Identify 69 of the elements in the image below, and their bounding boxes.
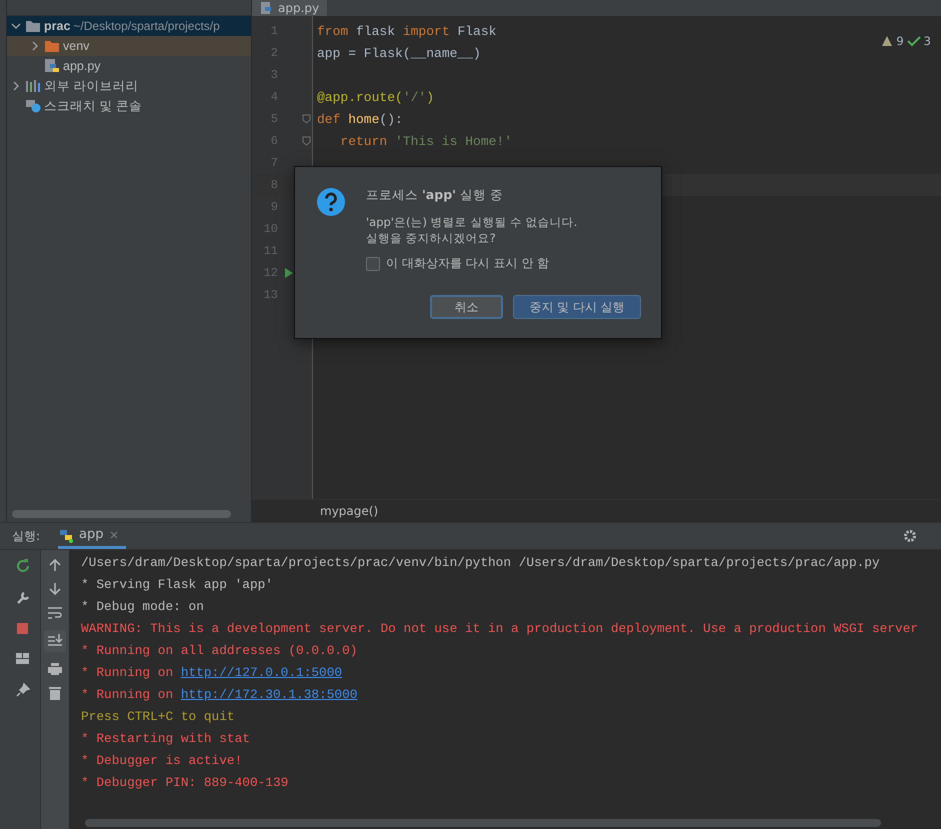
console-link[interactable]: http://172.30.1.38:5000 xyxy=(180,687,358,702)
tree-path: ~/Desktop/sparta/projects/p xyxy=(73,19,220,33)
scrollbar[interactable] xyxy=(85,819,881,827)
tree-label: venv xyxy=(63,39,90,53)
stop-icon[interactable] xyxy=(16,622,30,636)
console-line: * Restarting with stat xyxy=(81,730,251,748)
rerun-icon[interactable] xyxy=(15,558,31,574)
cancel-button[interactable]: 취소 xyxy=(430,295,503,319)
code-line: from flask import Flask xyxy=(317,24,496,38)
warning-count[interactable]: 9 xyxy=(896,34,904,48)
console-line: * Serving Flask app 'app' xyxy=(81,576,274,594)
scroll-to-end-icon[interactable] xyxy=(44,630,66,652)
question-icon xyxy=(316,187,346,217)
console-line: * Running on all addresses (0.0.0.0) xyxy=(81,642,358,660)
console-line: * Running on http://172.30.1.38:5000 xyxy=(81,686,358,704)
tree-label: app.py xyxy=(63,59,101,73)
console-line: * Debugger is active! xyxy=(81,752,244,770)
python-file-icon xyxy=(44,58,60,74)
print-icon[interactable] xyxy=(47,662,63,676)
check-icon xyxy=(906,35,921,47)
console-line: * Running on http://127.0.0.1:5000 xyxy=(81,664,344,682)
checkbox[interactable] xyxy=(366,256,380,270)
settings-icon[interactable] xyxy=(903,529,917,543)
editor-tab[interactable]: app.py xyxy=(252,0,328,16)
code-line: app = Flask(__name__) xyxy=(317,46,481,60)
tree-item[interactable]: prac ~/Desktop/sparta/projects/p xyxy=(7,16,251,36)
tree-item[interactable]: venv xyxy=(7,36,251,56)
close-icon[interactable] xyxy=(110,530,118,538)
console-link[interactable]: http://127.0.0.1:5000 xyxy=(180,665,342,680)
tab-label: app.py xyxy=(278,1,320,15)
breadcrumb[interactable]: mypage() xyxy=(320,504,378,518)
run-label: 실행: xyxy=(12,528,42,544)
dialog-message: 실행을 중지하시겠어요? xyxy=(366,230,497,246)
warning-icon xyxy=(881,35,894,47)
console-line: Press CTRL+C to quit xyxy=(81,708,236,726)
trash-icon[interactable] xyxy=(49,686,61,700)
code-line: def home(): xyxy=(317,112,403,126)
library-icon xyxy=(25,79,41,93)
code-line: return 'This is Home!' xyxy=(340,134,512,148)
dialog-message: 'app'은(는) 병렬로 실행될 수 없습니다. xyxy=(366,214,578,230)
scratch-icon xyxy=(25,99,41,113)
dialog-title: 프로세스 'app' 실행 중 xyxy=(366,187,504,204)
tab-label: app xyxy=(79,527,104,542)
folder-icon xyxy=(25,19,41,33)
checkbox-label[interactable]: 이 대화상자를 다시 표시 안 함 xyxy=(386,255,550,272)
code-line: @app.route('/') xyxy=(317,90,434,104)
up-arrow-icon[interactable] xyxy=(48,558,62,572)
down-arrow-icon[interactable] xyxy=(48,582,62,596)
console-line: * Debug mode: on xyxy=(81,598,205,616)
soft-wrap-icon[interactable] xyxy=(47,606,63,620)
wrench-icon[interactable] xyxy=(15,590,31,606)
console-line: WARNING: This is a development server. Do not use it in a production deployment. Use a production WSGI server xyxy=(81,620,920,638)
console-line: * Debugger PIN: 889-400-139 xyxy=(81,774,290,792)
tree-item[interactable]: 스크래치 및 콘솔 xyxy=(7,96,251,116)
tree-label: 스크래치 및 콘솔 xyxy=(44,98,142,114)
stop-and-rerun-button[interactable]: 중지 및 다시 실행 xyxy=(513,295,641,319)
pin-icon[interactable] xyxy=(15,682,31,698)
tree-label: 외부 라이브러리 xyxy=(44,78,138,94)
python-file-icon xyxy=(260,1,274,15)
tree-item[interactable]: app.py xyxy=(7,56,251,76)
tree-label: prac xyxy=(44,19,70,33)
folder-icon xyxy=(44,39,60,53)
console-line: /Users/dram/Desktop/sparta/projects/prac/venv/bin/python /Users/dram/Desktop/sparta/projects/prac/app.py xyxy=(81,554,881,572)
weak-warning-count[interactable]: 3 xyxy=(924,34,931,48)
scrollbar[interactable] xyxy=(12,510,231,518)
fold-icon[interactable] xyxy=(302,114,311,124)
tree-item[interactable]: 외부 라이브러리 xyxy=(7,76,251,96)
layout-icon[interactable] xyxy=(15,652,31,666)
fold-icon[interactable] xyxy=(302,136,311,146)
